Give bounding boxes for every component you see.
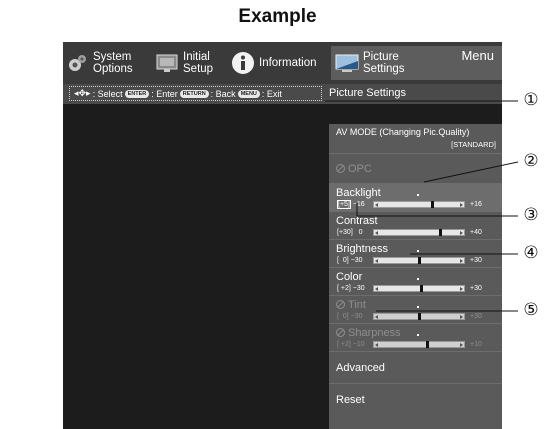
callout-3: ③ — [523, 205, 539, 224]
callout-2: ② — [523, 151, 539, 170]
callout-lines — [325, 100, 519, 312]
callout-1: ① — [523, 90, 539, 109]
callout-4: ④ — [523, 243, 539, 262]
callout-5: ⑤ — [523, 300, 539, 319]
callout-line-2 — [423, 161, 519, 183]
